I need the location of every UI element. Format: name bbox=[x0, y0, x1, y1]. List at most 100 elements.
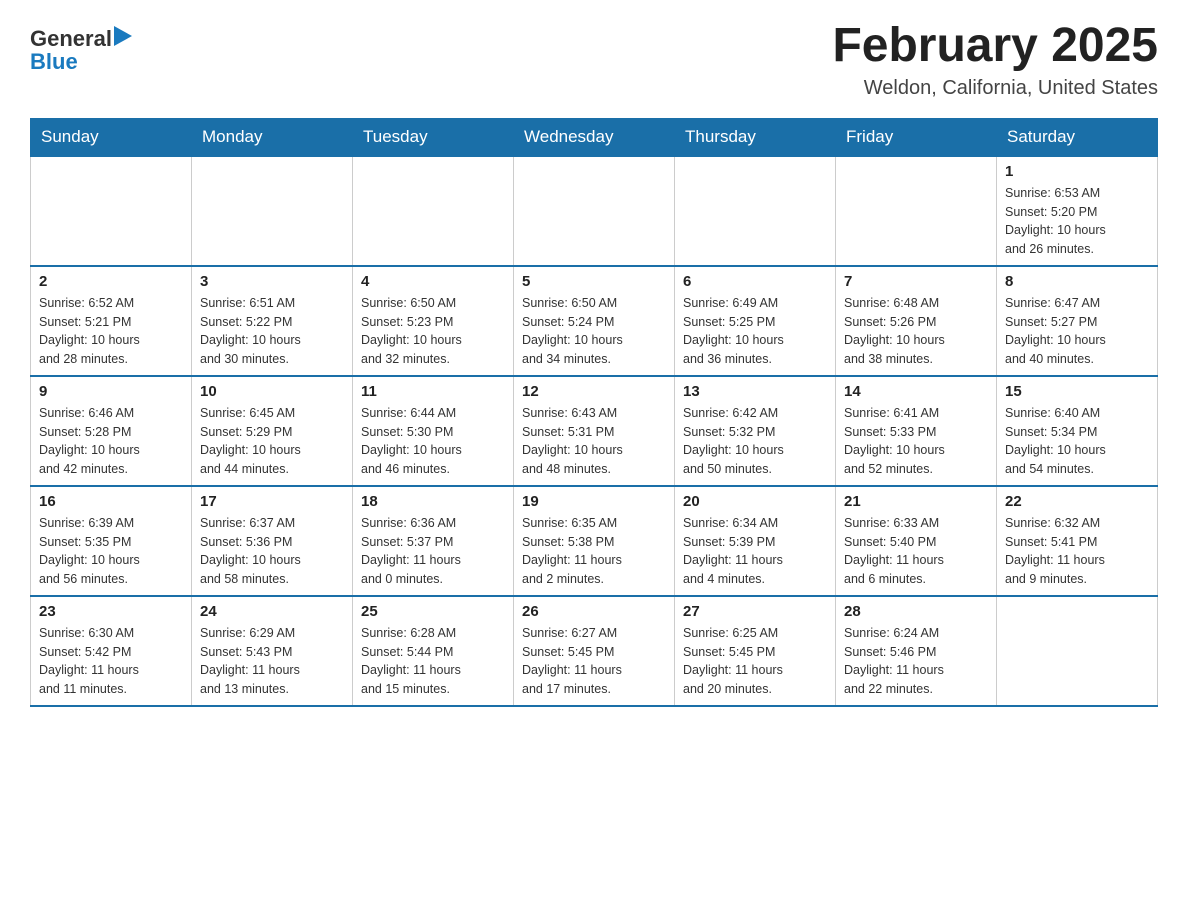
table-row bbox=[836, 156, 997, 266]
col-wednesday: Wednesday bbox=[514, 118, 675, 156]
calendar-week-row: 16 Sunrise: 6:39 AMSunset: 5:35 PMDayligh… bbox=[31, 486, 1158, 596]
table-row: 2Sunrise: 6:52 AMSunset: 5:21 PMDaylight… bbox=[31, 266, 192, 376]
day-info: Sunrise: 6:27 AMSunset: 5:45 PMDaylight:… bbox=[522, 624, 666, 699]
table-row: 5 Sunrise: 6:50 AMSunset: 5:24 PMDaylight… bbox=[514, 266, 675, 376]
day-info: Sunrise: 6:53 AMSunset: 5:20 PMDaylight:… bbox=[1005, 184, 1149, 259]
logo-triangle-icon bbox=[114, 26, 132, 46]
col-sunday: Sunday bbox=[31, 118, 192, 156]
day-info: Sunrise: 6:50 AMSunset: 5:24 PMDaylight:… bbox=[522, 294, 666, 369]
table-row: 12 Sunrise: 6:43 AMSunset: 5:31 PMDayligh… bbox=[514, 376, 675, 486]
location-subtitle: Weldon, California, United States bbox=[832, 77, 1158, 100]
table-row bbox=[997, 596, 1158, 706]
logo: General Blue bbox=[30, 20, 132, 73]
day-number: 17 bbox=[200, 493, 344, 510]
day-number: 26 bbox=[522, 603, 666, 620]
day-info: Sunrise: 6:51 AMSunset: 5:22 PMDaylight:… bbox=[200, 294, 344, 369]
table-row: 23Sunrise: 6:30 AMSunset: 5:42 PMDayligh… bbox=[31, 596, 192, 706]
table-row: 25Sunrise: 6:28 AMSunset: 5:44 PMDayligh… bbox=[353, 596, 514, 706]
day-info: Sunrise: 6:49 AMSunset: 5:25 PMDaylight:… bbox=[683, 294, 827, 369]
day-number: 6 bbox=[683, 273, 827, 290]
calendar-week-row: 2Sunrise: 6:52 AMSunset: 5:21 PMDaylight… bbox=[31, 266, 1158, 376]
day-number: 27 bbox=[683, 603, 827, 620]
table-row: 7 Sunrise: 6:48 AMSunset: 5:26 PMDaylight… bbox=[836, 266, 997, 376]
table-row: 3 Sunrise: 6:51 AMSunset: 5:22 PMDaylight… bbox=[192, 266, 353, 376]
day-info: Sunrise: 6:28 AMSunset: 5:44 PMDaylight:… bbox=[361, 624, 505, 699]
table-row: 17Sunrise: 6:37 AMSunset: 5:36 PMDayligh… bbox=[192, 486, 353, 596]
day-info: Sunrise: 6:45 AMSunset: 5:29 PMDaylight:… bbox=[200, 404, 344, 479]
table-row: 18 Sunrise: 6:36 AMSunset: 5:37 PMDayligh… bbox=[353, 486, 514, 596]
day-info: Sunrise: 6:34 AMSunset: 5:39 PMDaylight:… bbox=[683, 514, 827, 589]
table-row: 22 Sunrise: 6:32 AMSunset: 5:41 PMDayligh… bbox=[997, 486, 1158, 596]
day-info: Sunrise: 6:29 AMSunset: 5:43 PMDaylight:… bbox=[200, 624, 344, 699]
title-block: February 2025 Weldon, California, United… bbox=[832, 20, 1158, 100]
day-number: 7 bbox=[844, 273, 988, 290]
table-row: 20 Sunrise: 6:34 AMSunset: 5:39 PMDayligh… bbox=[675, 486, 836, 596]
day-info: Sunrise: 6:42 AMSunset: 5:32 PMDaylight:… bbox=[683, 404, 827, 479]
page-header: General Blue February 2025 Weldon, Calif… bbox=[30, 20, 1158, 100]
table-row bbox=[192, 156, 353, 266]
day-info: Sunrise: 6:46 AMSunset: 5:28 PMDaylight:… bbox=[39, 404, 183, 479]
day-number: 1 bbox=[1005, 163, 1149, 180]
day-info: Sunrise: 6:48 AMSunset: 5:26 PMDaylight:… bbox=[844, 294, 988, 369]
table-row: 16 Sunrise: 6:39 AMSunset: 5:35 PMDayligh… bbox=[31, 486, 192, 596]
day-number: 20 bbox=[683, 493, 827, 510]
table-row: 6 Sunrise: 6:49 AMSunset: 5:25 PMDaylight… bbox=[675, 266, 836, 376]
day-info: Sunrise: 6:32 AMSunset: 5:41 PMDaylight:… bbox=[1005, 514, 1149, 589]
table-row: 13 Sunrise: 6:42 AMSunset: 5:32 PMDayligh… bbox=[675, 376, 836, 486]
day-number: 4 bbox=[361, 273, 505, 290]
day-number: 18 bbox=[361, 493, 505, 510]
table-row bbox=[31, 156, 192, 266]
table-row: 14 Sunrise: 6:41 AMSunset: 5:33 PMDayligh… bbox=[836, 376, 997, 486]
day-number: 8 bbox=[1005, 273, 1149, 290]
day-number: 9 bbox=[39, 383, 183, 400]
table-row: 4 Sunrise: 6:50 AMSunset: 5:23 PMDaylight… bbox=[353, 266, 514, 376]
day-info: Sunrise: 6:39 AMSunset: 5:35 PMDaylight:… bbox=[39, 514, 183, 589]
col-thursday: Thursday bbox=[675, 118, 836, 156]
day-info: Sunrise: 6:47 AMSunset: 5:27 PMDaylight:… bbox=[1005, 294, 1149, 369]
calendar-week-row: 23Sunrise: 6:30 AMSunset: 5:42 PMDayligh… bbox=[31, 596, 1158, 706]
day-number: 2 bbox=[39, 273, 183, 290]
day-number: 10 bbox=[200, 383, 344, 400]
logo-general-text: General bbox=[30, 28, 112, 50]
table-row: 19Sunrise: 6:35 AMSunset: 5:38 PMDayligh… bbox=[514, 486, 675, 596]
day-number: 15 bbox=[1005, 383, 1149, 400]
table-row: 9 Sunrise: 6:46 AMSunset: 5:28 PMDaylight… bbox=[31, 376, 192, 486]
day-info: Sunrise: 6:36 AMSunset: 5:37 PMDaylight:… bbox=[361, 514, 505, 589]
calendar-table: Sunday Monday Tuesday Wednesday Thursday… bbox=[30, 118, 1158, 707]
col-monday: Monday bbox=[192, 118, 353, 156]
day-number: 11 bbox=[361, 383, 505, 400]
day-info: Sunrise: 6:44 AMSunset: 5:30 PMDaylight:… bbox=[361, 404, 505, 479]
day-number: 14 bbox=[844, 383, 988, 400]
day-number: 23 bbox=[39, 603, 183, 620]
table-row: 1 Sunrise: 6:53 AMSunset: 5:20 PMDaylight… bbox=[997, 156, 1158, 266]
table-row bbox=[675, 156, 836, 266]
day-info: Sunrise: 6:43 AMSunset: 5:31 PMDaylight:… bbox=[522, 404, 666, 479]
day-info: Sunrise: 6:40 AMSunset: 5:34 PMDaylight:… bbox=[1005, 404, 1149, 479]
table-row bbox=[514, 156, 675, 266]
calendar-header-row: Sunday Monday Tuesday Wednesday Thursday… bbox=[31, 118, 1158, 156]
day-number: 28 bbox=[844, 603, 988, 620]
col-saturday: Saturday bbox=[997, 118, 1158, 156]
day-info: Sunrise: 6:33 AMSunset: 5:40 PMDaylight:… bbox=[844, 514, 988, 589]
calendar-week-row: 9 Sunrise: 6:46 AMSunset: 5:28 PMDaylight… bbox=[31, 376, 1158, 486]
day-number: 12 bbox=[522, 383, 666, 400]
day-info: Sunrise: 6:50 AMSunset: 5:23 PMDaylight:… bbox=[361, 294, 505, 369]
day-number: 22 bbox=[1005, 493, 1149, 510]
calendar-week-row: 1 Sunrise: 6:53 AMSunset: 5:20 PMDaylight… bbox=[31, 156, 1158, 266]
month-title: February 2025 bbox=[832, 20, 1158, 73]
col-tuesday: Tuesday bbox=[353, 118, 514, 156]
table-row: 26 Sunrise: 6:27 AMSunset: 5:45 PMDayligh… bbox=[514, 596, 675, 706]
day-number: 24 bbox=[200, 603, 344, 620]
day-number: 21 bbox=[844, 493, 988, 510]
table-row: 28Sunrise: 6:24 AMSunset: 5:46 PMDayligh… bbox=[836, 596, 997, 706]
table-row: 11 Sunrise: 6:44 AMSunset: 5:30 PMDayligh… bbox=[353, 376, 514, 486]
day-info: Sunrise: 6:35 AMSunset: 5:38 PMDaylight:… bbox=[522, 514, 666, 589]
table-row: 24 Sunrise: 6:29 AMSunset: 5:43 PMDayligh… bbox=[192, 596, 353, 706]
table-row bbox=[353, 156, 514, 266]
day-number: 5 bbox=[522, 273, 666, 290]
day-number: 13 bbox=[683, 383, 827, 400]
day-number: 3 bbox=[200, 273, 344, 290]
day-info: Sunrise: 6:41 AMSunset: 5:33 PMDaylight:… bbox=[844, 404, 988, 479]
day-number: 16 bbox=[39, 493, 183, 510]
day-info: Sunrise: 6:25 AMSunset: 5:45 PMDaylight:… bbox=[683, 624, 827, 699]
